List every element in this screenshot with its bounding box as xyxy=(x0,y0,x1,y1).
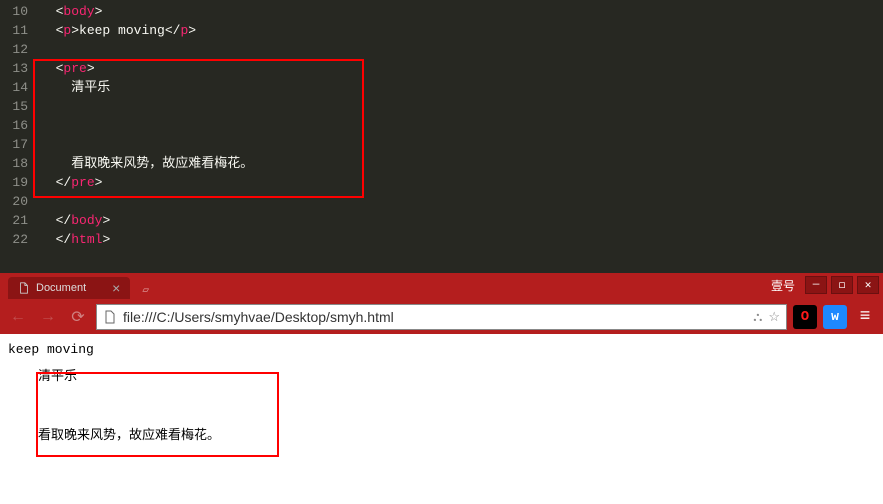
bookmark-icon[interactable]: ☆ xyxy=(768,309,780,325)
close-icon[interactable]: × xyxy=(112,280,120,296)
file-icon xyxy=(18,282,30,294)
code-content[interactable]: <body> <p>keep moving</p> <pre> 清平乐 看取晚来… xyxy=(34,0,883,273)
maximize-button[interactable]: ◻ xyxy=(831,276,853,294)
minimize-button[interactable]: — xyxy=(805,276,827,294)
line-gutter: 10 11 12 13 14 15 16 17 18 19 20 21 22 xyxy=(0,0,34,273)
forward-button[interactable]: → xyxy=(36,305,60,329)
address-bar[interactable]: file:///C:/Users/smyhvae/Desktop/smyh.ht… xyxy=(96,304,787,330)
pre-text: 清平乐 看取晚来风势，故应难看梅花。 xyxy=(38,367,875,445)
brand-label: 壹号 xyxy=(771,277,795,294)
url-text: file:///C:/Users/smyhvae/Desktop/smyh.ht… xyxy=(123,309,747,325)
file-icon xyxy=(103,310,117,324)
translate-icon[interactable]: ⛬ xyxy=(753,309,762,325)
page-content: keep moving 清平乐 看取晚来风势，故应难看梅花。 xyxy=(0,334,883,504)
close-button[interactable]: ✕ xyxy=(857,276,879,294)
new-tab-button[interactable]: ▱ xyxy=(136,281,155,299)
back-button[interactable]: ← xyxy=(6,305,30,329)
menu-icon[interactable]: ≡ xyxy=(853,307,877,327)
extension-w-icon[interactable]: w xyxy=(823,305,847,329)
browser-window: Document × ▱ 壹号 — ◻ ✕ ← → ⟳ file:///C:/U… xyxy=(0,273,883,504)
tab-bar: Document × ▱ 壹号 — ◻ ✕ xyxy=(0,273,883,299)
browser-toolbar: ← → ⟳ file:///C:/Users/smyhvae/Desktop/s… xyxy=(0,299,883,334)
paragraph-text: keep moving xyxy=(8,342,875,357)
tab-title: Document xyxy=(36,282,86,294)
reload-button[interactable]: ⟳ xyxy=(66,305,90,329)
browser-tab[interactable]: Document × xyxy=(8,277,130,299)
code-editor: 10 11 12 13 14 15 16 17 18 19 20 21 22 <… xyxy=(0,0,883,273)
extension-opera-icon[interactable]: O xyxy=(793,305,817,329)
